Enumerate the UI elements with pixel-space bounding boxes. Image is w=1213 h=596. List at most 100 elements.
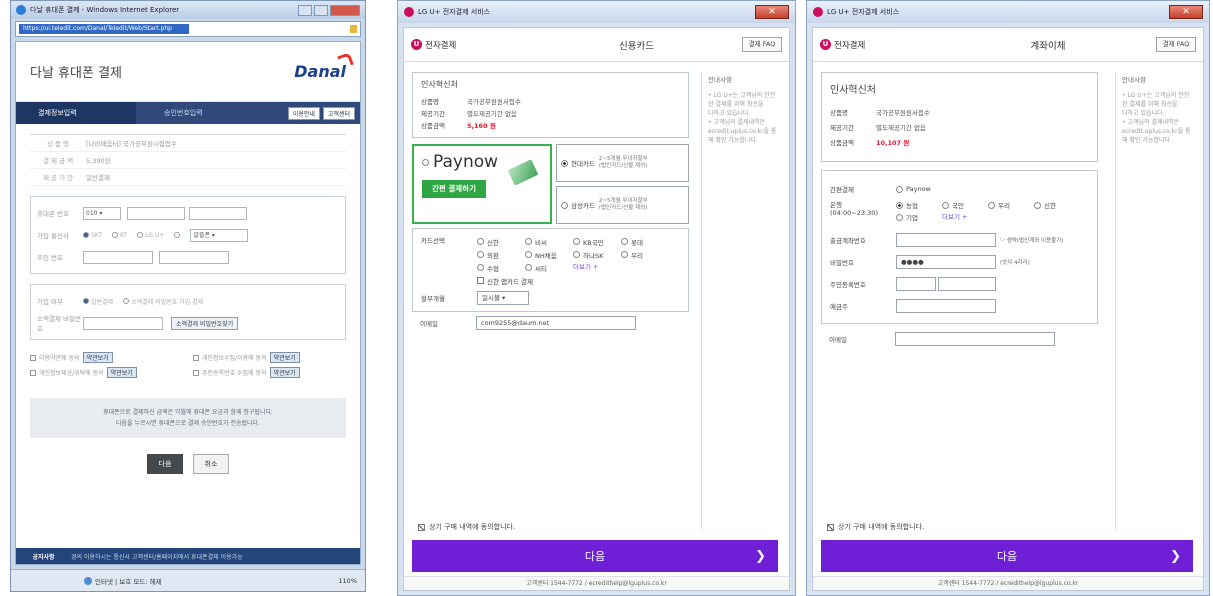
email-input[interactable]: com9255@daum.net xyxy=(476,316,636,330)
radio-icon xyxy=(1034,201,1041,209)
radio-icon xyxy=(896,185,903,193)
bank-option[interactable]: 신한 xyxy=(1034,199,1080,211)
password-hint: (숫자 4자리) xyxy=(1000,260,1030,266)
card-option-label: 수협 xyxy=(487,264,499,273)
paynow-box[interactable]: Paynow 간편 결제하기 xyxy=(412,144,552,224)
card-option[interactable]: 하나SK xyxy=(573,248,621,261)
close-button[interactable]: ✕ xyxy=(755,5,789,19)
carrier-lgu[interactable]: LG U+ xyxy=(137,232,164,239)
product-row: 상품금액 5,160 원 xyxy=(421,119,680,131)
holder-input[interactable] xyxy=(896,299,996,313)
agreement-row: 이용약관에 동의 약관보기 개인정보수집/이용에 동의 약관보기 xyxy=(30,350,346,365)
purchase-agree[interactable]: 상기 구매 내역에 동의합니다. xyxy=(418,522,515,532)
next-button[interactable]: 다음 xyxy=(147,454,183,474)
next-button[interactable]: 다음 ❯ xyxy=(412,540,778,572)
card-option[interactable]: 롯데 xyxy=(621,235,669,248)
product-value: 5,390원 xyxy=(86,157,111,165)
notice-line: ecredit.uplus.co.kr을 통 xyxy=(708,128,777,135)
paynow-radio[interactable]: Paynow xyxy=(896,185,931,193)
ssn-back-input[interactable] xyxy=(159,250,229,264)
support-footer: 고객센터 1544-7772 / ecredithelp@lguplus.co.… xyxy=(813,576,1203,590)
card-option[interactable]: 우리 xyxy=(621,248,669,261)
faq-button[interactable]: 결제 FAQ xyxy=(742,37,782,52)
card-option[interactable]: NH채움 xyxy=(525,248,573,261)
pay-type-opt: 일반결제 xyxy=(91,298,114,306)
card-option[interactable]: 수협 xyxy=(477,261,525,274)
agree-checkbox[interactable] xyxy=(827,523,834,531)
agree-checkbox[interactable] xyxy=(193,369,199,376)
maximize-button[interactable] xyxy=(314,4,328,16)
app-card-checkbox[interactable] xyxy=(477,277,484,284)
find-pw-button[interactable]: 소액결제 비밀번호찾기 xyxy=(171,316,239,330)
phone-prefix-select[interactable]: 010 ▾ xyxy=(83,206,121,220)
notice-line: 다하고 있습니다. xyxy=(1122,110,1165,117)
view-terms-button[interactable]: 약관보기 xyxy=(269,367,300,378)
promo-card-hyundai[interactable]: 현대카드 2~5개월 무이자할부 (법인카드/선불 제외) xyxy=(556,144,689,182)
password-input[interactable]: ●●●● xyxy=(896,255,996,269)
close-button[interactable] xyxy=(330,4,360,16)
pay-type-normal[interactable]: 일반결제 xyxy=(83,297,113,306)
lock-icon[interactable] xyxy=(350,25,357,33)
bank-option[interactable]: 농협 xyxy=(896,199,942,211)
next-button[interactable]: 다음 ❯ xyxy=(821,540,1193,572)
mvno-select[interactable]: 알뜰폰 ▾ xyxy=(190,228,249,242)
faq-button[interactable]: 결제 FAQ xyxy=(1156,37,1196,52)
radio[interactable]: 삼성카드 xyxy=(561,200,595,210)
email-input[interactable] xyxy=(895,332,1055,346)
card-option[interactable]: 씨티 xyxy=(525,261,573,274)
view-terms-button[interactable]: 약관보기 xyxy=(82,352,113,363)
card-option[interactable]: 외환 xyxy=(477,248,525,261)
card-desc: 2~5개월 무이자할부 (법인카드/선불 제외) xyxy=(599,156,648,170)
more-banks-link[interactable]: 더보기 + xyxy=(942,211,967,223)
support-button[interactable]: 고객센터 xyxy=(322,106,355,120)
radio-icon xyxy=(422,158,429,166)
product-row: 제공기간 별도제공기간 없음 xyxy=(421,107,680,119)
ssn-front-input[interactable] xyxy=(896,277,936,291)
agree-checkbox[interactable] xyxy=(418,523,425,531)
product-section: 인사혁신처 상품명 국가공무원원서접수 제공기간 별도제공기간 없음 상품금액 10,… xyxy=(821,72,1098,162)
app-card-label: 신한 앱카드 결제 xyxy=(487,277,533,286)
phone-last-input[interactable] xyxy=(189,206,247,220)
close-button[interactable]: ✕ xyxy=(1169,5,1203,19)
card-option[interactable]: 비씨 xyxy=(525,235,573,248)
card-option-label: 롯데 xyxy=(631,238,643,247)
carrier-skt[interactable]: SKT xyxy=(83,232,102,239)
ssn-front-input[interactable] xyxy=(83,250,153,264)
notice-sidebar: 안내사항 • LG U+는 고객님의 안전 한 결제를 위해 최선을 다하고 있… xyxy=(1115,72,1197,530)
bank-form: 간편결제 Paynow 은행 (04:00~23:30) 농협 국민 우리 신한 … xyxy=(821,170,1098,324)
purchase-agree[interactable]: 상기 구매 내역에 동의합니다. xyxy=(827,522,924,532)
url-text[interactable]: https://ui.teledit.com/Danal/Teledit/Web… xyxy=(19,24,189,34)
card-option[interactable]: KB국민 xyxy=(573,235,621,248)
phone-mid-input[interactable] xyxy=(127,206,185,220)
pay-pw-input[interactable] xyxy=(83,316,163,330)
installment-select[interactable]: 일시불 ▾ xyxy=(477,291,529,305)
radio[interactable]: 현대카드 xyxy=(561,158,595,168)
view-terms-button[interactable]: 약관보기 xyxy=(106,367,137,378)
pay-type-password[interactable]: 소액결제 비밀번호 가입 결제 xyxy=(123,297,203,306)
card-option[interactable]: 신한 xyxy=(477,235,525,248)
zoom-level[interactable]: 110% xyxy=(338,577,357,585)
easy-pay-button[interactable]: 간편 결제하기 xyxy=(422,180,486,198)
lguplus-icon: U xyxy=(411,39,422,50)
carrier-kt[interactable]: KT xyxy=(111,232,127,239)
more-cards-link[interactable]: 더보기 + xyxy=(573,261,621,274)
agree-checkbox[interactable] xyxy=(30,369,36,376)
card-desc-line: 2~5개월 무이자할부 xyxy=(598,156,648,162)
minimize-button[interactable] xyxy=(298,4,312,16)
cancel-button[interactable]: 취소 xyxy=(193,454,229,474)
card-option-label: 하나SK xyxy=(583,251,604,260)
bank-option[interactable]: 기업 xyxy=(896,211,942,223)
ssn-back-input[interactable] xyxy=(938,277,996,291)
notice-line: 휴대폰으로 결제하신 금액은 익월에 휴대폰 요금과 함께 청구됩니다. xyxy=(103,409,273,416)
bank-grid: 농협 국민 우리 신한 기업 더보기 + xyxy=(896,199,1080,223)
agree-checkbox[interactable] xyxy=(193,354,199,361)
address-bar[interactable]: https://ui.teledit.com/Danal/Teledit/Web… xyxy=(15,21,361,37)
account-input[interactable] xyxy=(896,233,996,247)
promo-card-samsung[interactable]: 삼성카드 2~5개월 무이자할부 (법인카드/선불 제외) xyxy=(556,186,689,224)
view-terms-button[interactable]: 약관보기 xyxy=(269,352,300,363)
agree-checkbox[interactable] xyxy=(30,354,36,361)
bank-option[interactable]: 우리 xyxy=(988,199,1034,211)
carrier-mvno[interactable] xyxy=(174,232,181,238)
guide-button[interactable]: 이용안내 xyxy=(287,106,320,120)
bank-option[interactable]: 국민 xyxy=(942,199,988,211)
